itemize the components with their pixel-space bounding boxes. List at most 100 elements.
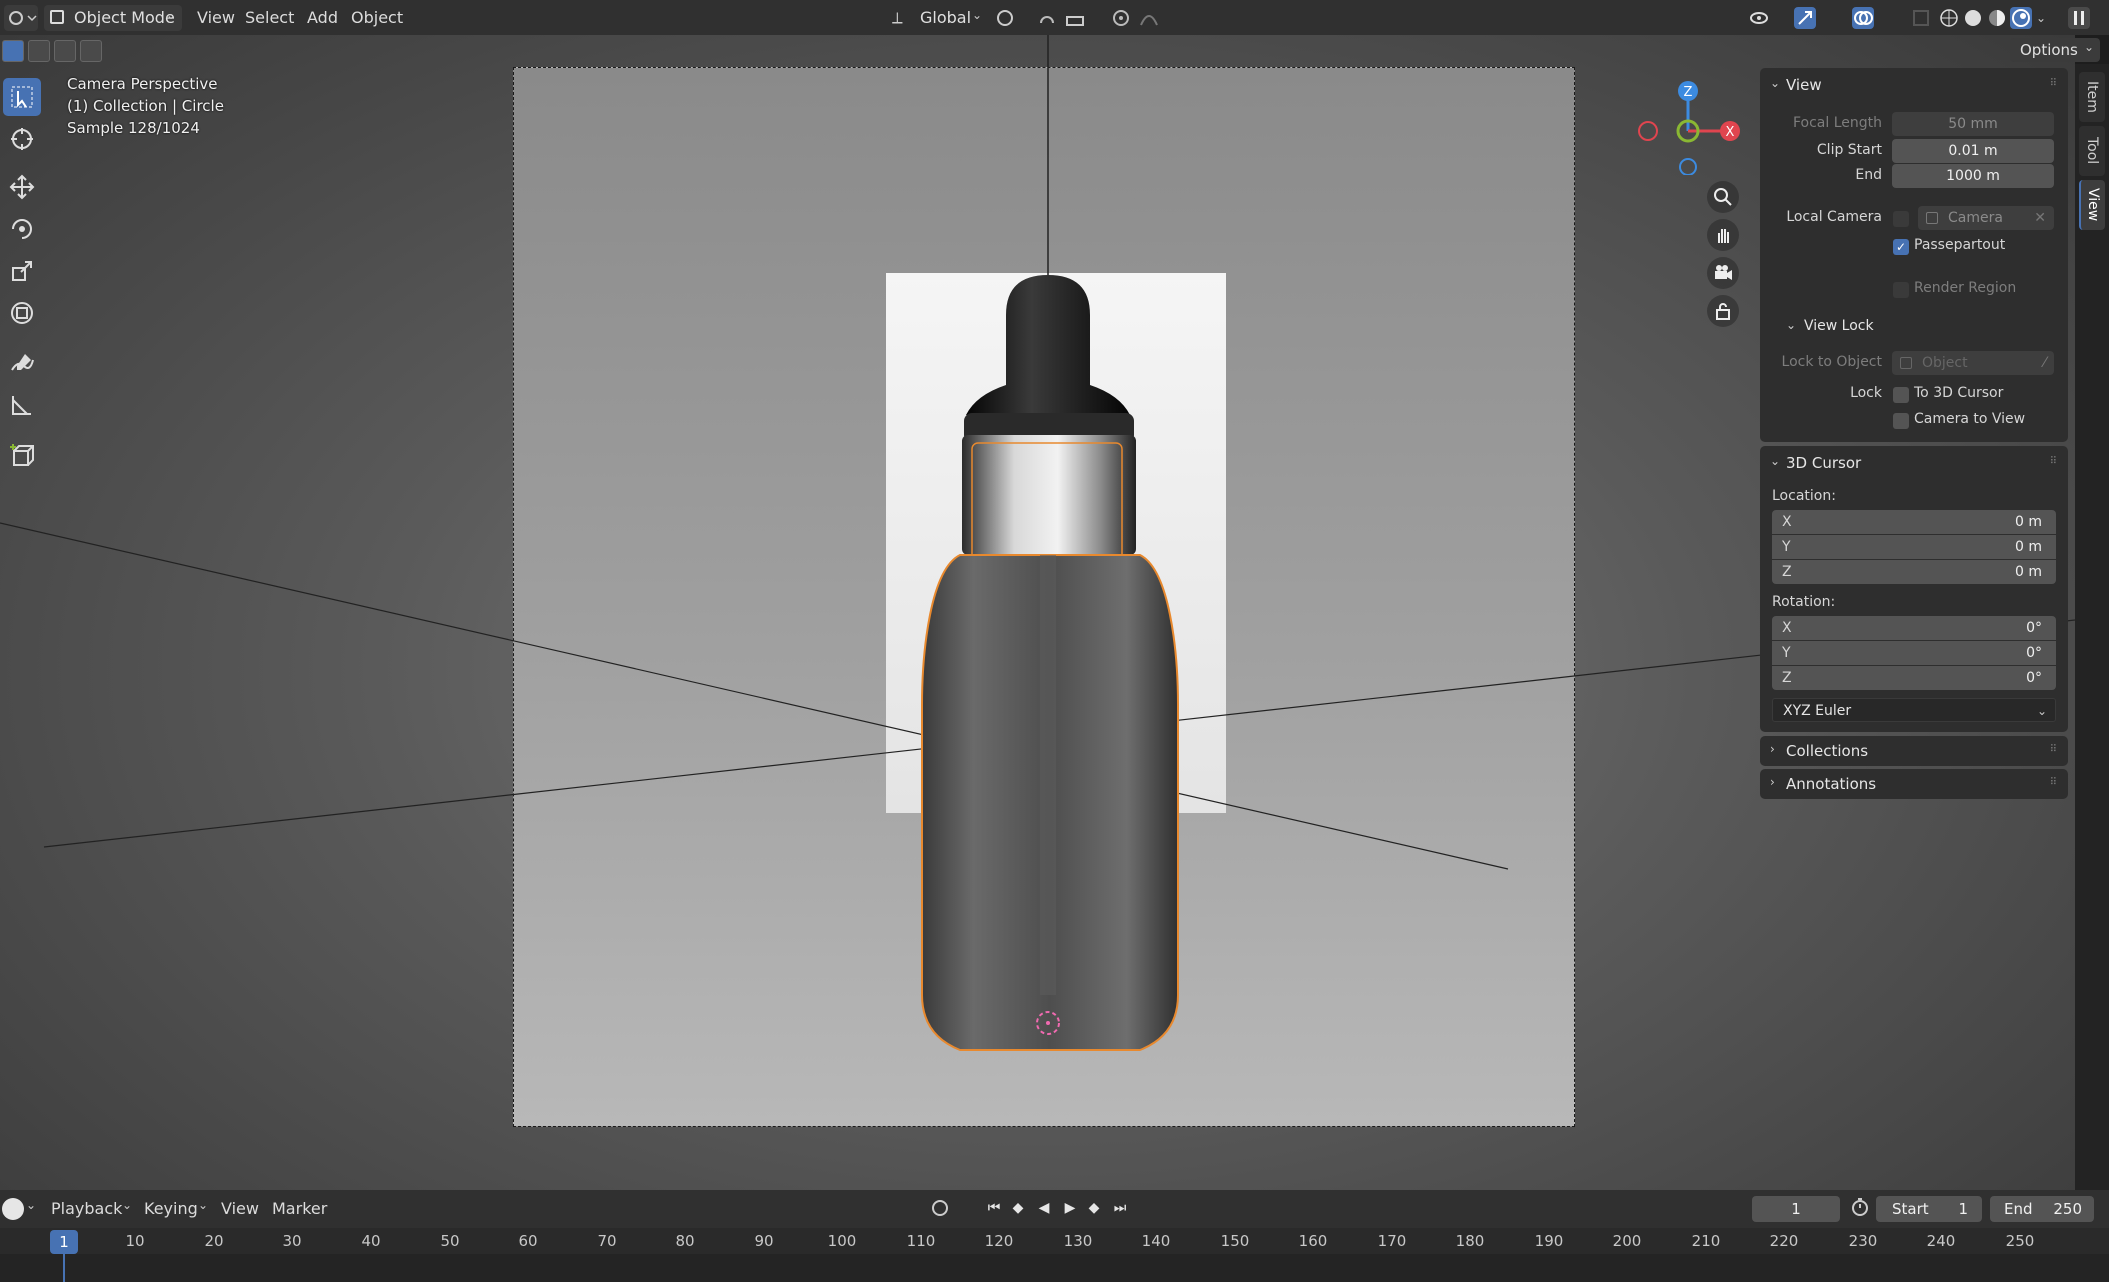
play-reverse-icon[interactable]: ◀ xyxy=(1032,1196,1056,1220)
camera-view-icon[interactable] xyxy=(1707,257,1739,289)
jump-to-keyframe-back-icon[interactable]: ◆ xyxy=(1006,1196,1030,1220)
lock-camera-icon[interactable] xyxy=(1707,295,1739,327)
menu-object[interactable]: Object xyxy=(351,8,403,27)
camera-object-icon xyxy=(1926,212,1938,224)
focal-length-field: 50 mm xyxy=(1892,112,2054,136)
start-frame-field[interactable]: Start 1 xyxy=(1876,1196,1982,1222)
select-new-icon[interactable] xyxy=(2,40,24,62)
visibility-icon[interactable] xyxy=(1748,7,1770,29)
clear-x-icon[interactable]: ✕ xyxy=(2034,206,2046,230)
solid-shading-icon[interactable] xyxy=(1962,7,1984,29)
pan-view-hand-icon[interactable] xyxy=(1707,219,1739,251)
playhead-marker[interactable]: 1 xyxy=(50,1230,78,1254)
jump-to-end-icon[interactable]: ⏭ xyxy=(1108,1196,1132,1220)
collections-panel[interactable]: › Collections ⠿ xyxy=(1760,736,2068,766)
select-intersect-icon[interactable] xyxy=(80,40,102,62)
cursor-rotation-z-field[interactable]: Z 0° xyxy=(1772,666,2056,690)
menu-keying[interactable]: Keying xyxy=(144,1199,198,1218)
transform-tool-icon[interactable] xyxy=(3,294,41,332)
pivot-point-icon[interactable] xyxy=(994,7,1016,29)
chevron-down-icon[interactable]: ⌄ xyxy=(1770,454,1780,468)
cursor-location-y-field[interactable]: Y 0 m xyxy=(1772,535,2056,559)
3d-cursor-title[interactable]: 3D Cursor xyxy=(1786,454,1861,472)
rotate-tool-icon[interactable] xyxy=(3,210,41,248)
add-cube-tool-icon[interactable] xyxy=(3,436,41,474)
cursor-rotation-x-field[interactable]: X 0° xyxy=(1772,616,2056,640)
passepartout-label[interactable]: Passepartout xyxy=(1914,237,2005,253)
dropper-bottle[interactable] xyxy=(900,235,1200,1115)
lock-to-3d-cursor-checkbox[interactable] xyxy=(1893,387,1909,403)
cursor-rotation-y-field[interactable]: Y 0° xyxy=(1772,641,2056,665)
drag-handle-icon[interactable]: ⠿ xyxy=(2050,744,2058,755)
menu-select[interactable]: Select xyxy=(245,8,294,27)
chevron-down-icon[interactable]: ⌄ xyxy=(26,1198,36,1212)
view-panel-title[interactable]: View xyxy=(1786,76,1822,94)
cursor-location-z-field[interactable]: Z 0 m xyxy=(1772,560,2056,584)
chevron-down-icon[interactable]: ⌄ xyxy=(1786,318,1796,332)
transform-orientation-dropdown[interactable]: ⟂ Global ⌄ xyxy=(888,5,984,31)
pause-render-icon[interactable] xyxy=(2068,7,2090,29)
measure-tool-icon[interactable] xyxy=(3,386,41,424)
tab-view[interactable]: View xyxy=(2079,180,2105,230)
render-region-label[interactable]: Render Region xyxy=(1914,280,2016,296)
auto-keying-icon[interactable] xyxy=(928,1196,952,1220)
timeline-editor-type-icon[interactable] xyxy=(2,1198,24,1220)
lock-to-3d-cursor-label[interactable]: To 3D Cursor xyxy=(1914,385,2003,401)
navigation-gizmo[interactable]: Z X xyxy=(1630,75,1740,175)
snap-target-icon[interactable] xyxy=(1064,7,1086,29)
cursor-tool-icon[interactable] xyxy=(3,120,41,158)
material-shading-icon[interactable] xyxy=(1986,7,2008,29)
local-camera-checkbox[interactable] xyxy=(1893,211,1909,227)
drag-handle-icon[interactable]: ⠿ xyxy=(2050,456,2058,467)
rotation-mode-dropdown[interactable]: XYZ Euler ⌄ xyxy=(1772,698,2056,722)
move-tool-icon[interactable] xyxy=(3,168,41,206)
stopwatch-icon[interactable] xyxy=(1848,1196,1872,1220)
end-frame-field[interactable]: End 250 xyxy=(1990,1196,2094,1222)
scale-tool-icon[interactable] xyxy=(3,252,41,290)
clip-end-field[interactable]: 1000 m xyxy=(1892,164,2054,188)
menu-marker[interactable]: Marker xyxy=(272,1199,327,1218)
camera-to-view-label[interactable]: Camera to View xyxy=(1914,411,2025,427)
drag-handle-icon[interactable]: ⠿ xyxy=(2050,78,2058,89)
camera-to-view-checkbox[interactable] xyxy=(1893,413,1909,429)
overlays-toggle-icon[interactable] xyxy=(1852,7,1874,29)
render-region-checkbox[interactable] xyxy=(1893,282,1909,298)
select-box-tool-icon[interactable] xyxy=(3,78,41,116)
jump-to-start-icon[interactable]: ⏮ xyxy=(982,1196,1006,1220)
current-frame-field[interactable]: 1 xyxy=(1752,1196,1840,1222)
timeline-track-area[interactable] xyxy=(0,1254,2109,1282)
eyedropper-icon[interactable]: ⁄ xyxy=(2044,351,2046,375)
proportional-edit-icon[interactable] xyxy=(1110,7,1132,29)
jump-to-keyframe-forward-icon[interactable]: ◆ xyxy=(1082,1196,1106,1220)
object-cube-icon xyxy=(1900,357,1912,369)
select-subtract-icon[interactable] xyxy=(54,40,76,62)
editor-type-button[interactable] xyxy=(4,5,38,31)
view-lock-title[interactable]: View Lock xyxy=(1804,318,1874,334)
menu-view[interactable]: View xyxy=(197,8,235,27)
annotate-tool-icon[interactable] xyxy=(3,344,41,382)
xray-toggle-icon[interactable] xyxy=(1910,7,1932,29)
menu-timeline-view[interactable]: View xyxy=(221,1199,259,1218)
rendered-shading-icon[interactable] xyxy=(2010,7,2032,29)
gizmo-toggle-icon[interactable] xyxy=(1794,7,1816,29)
passepartout-checkbox[interactable]: ✓ xyxy=(1893,239,1909,255)
chevron-down-icon[interactable]: ⌄ xyxy=(1770,76,1780,90)
wireframe-shading-icon[interactable] xyxy=(1938,7,1960,29)
select-extend-icon[interactable] xyxy=(28,40,50,62)
shading-options-chevron-icon[interactable]: ⌄ xyxy=(2036,7,2058,29)
falloff-icon[interactable] xyxy=(1138,7,1160,29)
clip-start-field[interactable]: 0.01 m xyxy=(1892,139,2054,163)
timeline-ruler[interactable]: 1 10 20 30 40 50 60 70 80 90 100 110 120… xyxy=(0,1228,2109,1254)
menu-playback[interactable]: Playback xyxy=(51,1199,122,1218)
annotations-panel[interactable]: › Annotations ⠿ xyxy=(1760,769,2068,799)
zoom-view-icon[interactable] xyxy=(1707,181,1739,213)
snap-toggle-icon[interactable] xyxy=(1036,7,1058,29)
tab-item[interactable]: Item xyxy=(2079,72,2105,122)
mode-dropdown[interactable]: Object Mode ⌄ xyxy=(44,5,182,31)
tab-tool[interactable]: Tool xyxy=(2079,126,2105,176)
menu-add[interactable]: Add xyxy=(307,8,338,27)
drag-handle-icon[interactable]: ⠿ xyxy=(2050,777,2058,788)
play-icon[interactable]: ▶ xyxy=(1058,1196,1082,1220)
options-dropdown[interactable]: Options ⌄ xyxy=(2010,38,2100,62)
cursor-location-x-field[interactable]: X 0 m xyxy=(1772,510,2056,534)
